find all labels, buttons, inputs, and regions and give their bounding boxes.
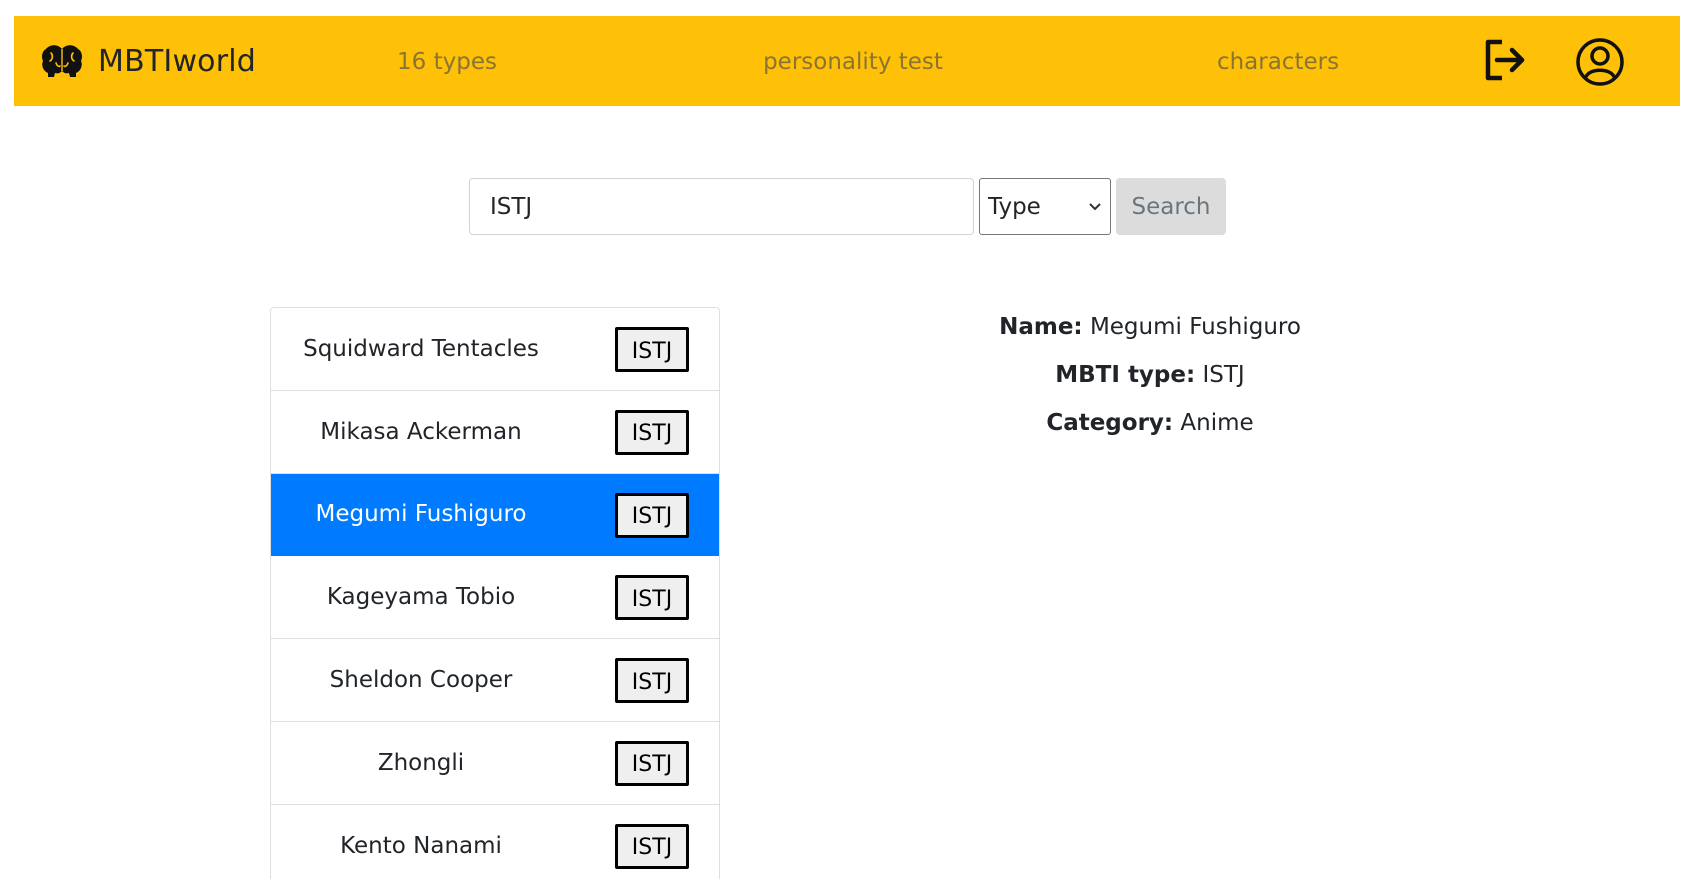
brain-heads-logo-icon	[42, 45, 82, 77]
character-name: Zhongli	[377, 749, 465, 776]
character-name: Sheldon Cooper	[329, 667, 513, 694]
list-item[interactable]: Zhongli ISTJ	[271, 721, 719, 805]
detail-type-row: MBTI type: ISTJ	[900, 355, 1400, 403]
type-badge[interactable]: ISTJ	[615, 327, 689, 372]
list-item[interactable]: Sheldon Cooper ISTJ	[271, 639, 719, 722]
type-badge[interactable]: ISTJ	[615, 740, 689, 786]
list-item[interactable]: Kento Nanami ISTJ	[271, 804, 719, 879]
character-name: Squidward Tentacles	[303, 335, 539, 362]
nav-16-types[interactable]: 16 types	[397, 49, 497, 75]
detail-category-value: Anime	[1180, 410, 1254, 436]
character-list: Squidward Tentacles ISTJ Mikasa Ackerman…	[270, 307, 720, 879]
detail-type-value: ISTJ	[1202, 362, 1245, 388]
user-circle-icon[interactable]	[1575, 37, 1625, 87]
type-select[interactable]: Type	[979, 178, 1111, 235]
brand-name: MBTIworld	[98, 43, 257, 79]
search-button[interactable]: Search	[1116, 178, 1226, 235]
brand[interactable]: MBTIworld	[40, 38, 256, 84]
detail-label: Category:	[1046, 410, 1174, 436]
character-details: Name: Megumi Fushiguro MBTI type: ISTJ C…	[900, 307, 1400, 451]
detail-name-row: Name: Megumi Fushiguro	[900, 307, 1400, 355]
type-badge[interactable]: ISTJ	[615, 823, 689, 869]
nav-characters[interactable]: characters	[1217, 49, 1339, 75]
search-input[interactable]	[469, 178, 974, 235]
detail-category-row: Category: Anime	[900, 403, 1400, 451]
type-badge[interactable]: ISTJ	[615, 575, 689, 621]
detail-label: MBTI type:	[1055, 362, 1196, 388]
type-badge[interactable]: ISTJ	[615, 658, 689, 704]
logout-icon[interactable]	[1482, 36, 1528, 84]
nav-personality-test[interactable]: personality test	[763, 49, 943, 75]
character-name: Kento Nanami	[340, 832, 502, 859]
list-item[interactable]: Squidward Tentacles ISTJ	[271, 308, 719, 391]
character-name: Mikasa Ackerman	[320, 418, 522, 445]
detail-name-value: Megumi Fushiguro	[1089, 314, 1301, 340]
character-name: Kageyama Tobio	[326, 584, 516, 611]
navbar: MBTIworld 16 types personality test char…	[14, 16, 1680, 106]
type-badge[interactable]: ISTJ	[615, 409, 689, 455]
list-item-selected[interactable]: Megumi Fushiguro ISTJ	[271, 473, 719, 557]
chevron-down-icon	[1089, 203, 1101, 211]
type-badge[interactable]: ISTJ	[615, 492, 689, 538]
list-item[interactable]: Kageyama Tobio ISTJ	[271, 556, 719, 640]
list-item[interactable]: Mikasa Ackerman ISTJ	[271, 390, 719, 474]
character-name: Megumi Fushiguro	[315, 501, 527, 528]
type-select-value: Type	[988, 193, 1041, 220]
detail-label: Name:	[999, 314, 1083, 340]
